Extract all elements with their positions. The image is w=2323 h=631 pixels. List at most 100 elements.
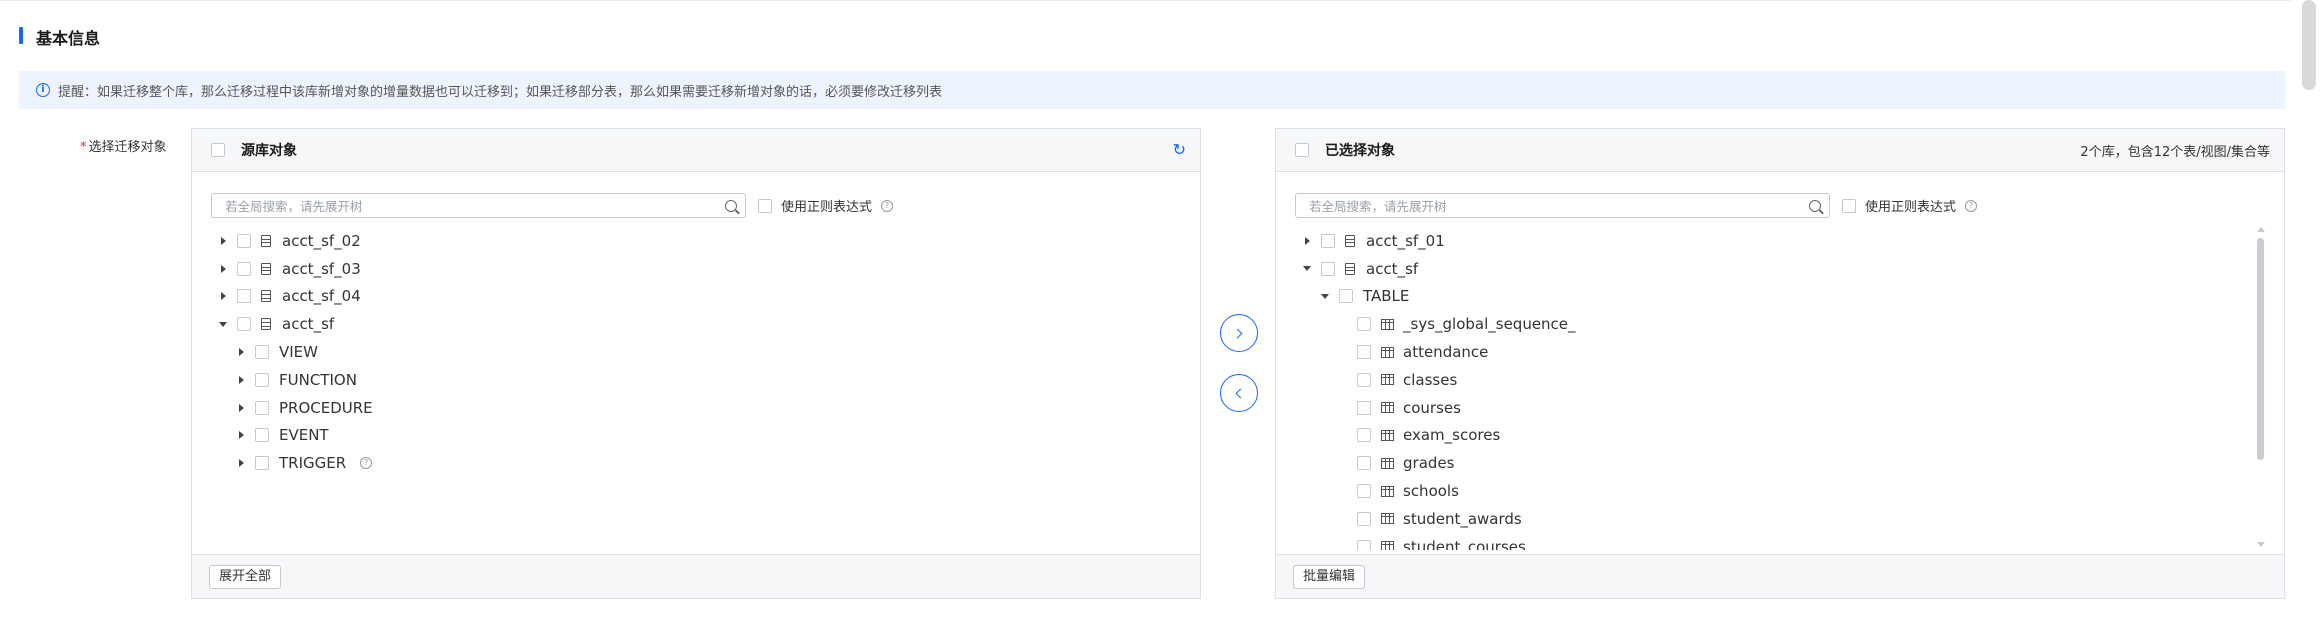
expand-caret-icon[interactable] [219, 236, 227, 245]
selected-regex-label: 使用正则表达式 [1865, 200, 1957, 215]
tree-checkbox[interactable] [1357, 484, 1371, 499]
tree-checkbox[interactable] [1357, 539, 1371, 550]
move-left-button[interactable] [1220, 374, 1258, 412]
tree-node[interactable]: attendance [1303, 338, 2244, 366]
database-icon [261, 262, 271, 275]
expand-caret-icon[interactable] [219, 264, 227, 273]
page-scrollbar-thumb[interactable] [2302, 0, 2316, 90]
source-panel-header: 源库对象 ↻ [192, 129, 1200, 172]
tree-checkbox[interactable] [1357, 511, 1371, 526]
tree-node[interactable]: TABLE [1303, 283, 2244, 311]
source-regex-toggle[interactable]: 使用正则表达式 ? [758, 196, 894, 215]
expand-caret-icon[interactable] [237, 375, 245, 384]
tree-node[interactable]: acct_sf_03 [219, 255, 1170, 283]
tree-node[interactable]: acct_sf_01 [1303, 227, 2244, 255]
selected-select-all-checkbox[interactable] [1295, 143, 1309, 157]
expand-caret-icon[interactable] [237, 431, 245, 440]
selected-regex-checkbox[interactable] [1842, 198, 1856, 213]
tree-checkbox[interactable] [1357, 317, 1371, 332]
tree-node[interactable]: schools [1303, 477, 2244, 505]
tree-checkbox[interactable] [255, 372, 269, 387]
tree-node-label: TABLE [1363, 287, 1410, 306]
tree-node[interactable]: PROCEDURE [219, 394, 1170, 422]
tree-node[interactable]: exam_scores [1303, 422, 2244, 450]
collapse-caret-icon[interactable] [1303, 266, 1311, 272]
tree-checkbox[interactable] [237, 289, 251, 304]
tree-checkbox[interactable] [1357, 428, 1371, 443]
help-icon[interactable]: ? [881, 199, 894, 212]
tree-node-label: VIEW [279, 343, 318, 362]
tree-node[interactable]: VIEW [219, 338, 1170, 366]
table-icon [1381, 485, 1394, 497]
tree-checkbox[interactable] [237, 317, 251, 332]
top-divider [0, 0, 2290, 1]
tree-checkbox[interactable] [1357, 345, 1371, 360]
help-icon[interactable]: ? [360, 457, 373, 470]
search-icon[interactable] [725, 199, 737, 212]
tree-node[interactable]: acct_sf [1303, 255, 2244, 283]
source-regex-checkbox[interactable] [758, 198, 772, 213]
tree-checkbox[interactable] [255, 428, 269, 443]
chevron-right-icon [1232, 328, 1243, 338]
source-search-placeholder: 若全局搜索，请先展开树 [225, 199, 363, 214]
source-tree: acct_sf_02 acct_sf_03 acct_sf_04 acct_sf… [219, 227, 1170, 553]
expand-caret-icon[interactable] [237, 459, 245, 468]
tree-checkbox[interactable] [255, 345, 269, 360]
tree-node[interactable]: _sys_global_sequence_ [1303, 310, 2244, 338]
expand-all-button[interactable]: 展开全部 [209, 564, 282, 589]
tree-node[interactable]: EVENT [219, 422, 1170, 450]
tree-checkbox[interactable] [1321, 233, 1335, 248]
database-icon [1345, 262, 1355, 275]
database-icon [261, 290, 271, 303]
help-icon[interactable]: ? [1965, 199, 1978, 212]
expand-caret-icon[interactable] [219, 292, 227, 301]
scroll-down-icon[interactable] [2257, 542, 2265, 547]
tree-node[interactable]: acct_sf [219, 310, 1170, 338]
tree-node-label: acct_sf [1366, 259, 1419, 278]
tree-node-label: grades [1403, 454, 1455, 473]
expand-caret-icon[interactable] [237, 348, 245, 357]
tree-checkbox[interactable] [237, 233, 251, 248]
search-icon[interactable] [1809, 199, 1821, 212]
collapse-caret-icon[interactable] [219, 321, 227, 327]
tree-checkbox[interactable] [237, 261, 251, 276]
collapse-caret-icon[interactable] [1321, 293, 1329, 299]
source-select-all-checkbox[interactable] [211, 143, 225, 157]
tree-node[interactable]: courses [1303, 394, 2244, 422]
tree-node-label: _sys_global_sequence_ [1403, 315, 1576, 334]
batch-edit-button[interactable]: 批量编辑 [1293, 564, 1366, 589]
tree-checkbox[interactable] [1339, 289, 1353, 304]
selected-panel-title: 已选择对象 [1325, 143, 1395, 159]
tree-checkbox[interactable] [1321, 261, 1335, 276]
tree-checkbox[interactable] [255, 400, 269, 415]
tree-checkbox[interactable] [255, 456, 269, 471]
chevron-left-icon [1235, 388, 1246, 398]
scroll-up-icon[interactable] [2257, 227, 2265, 232]
selected-panel-footer: 批量编辑 [1276, 554, 2284, 598]
tree-node-label: TRIGGER [279, 454, 347, 473]
tree-node-label: courses [1403, 398, 1461, 417]
tree-node-label: exam_scores [1403, 426, 1501, 445]
selected-search-placeholder: 若全局搜索，请先展开树 [1309, 199, 1447, 214]
selected-regex-toggle[interactable]: 使用正则表达式 ? [1842, 196, 1978, 215]
tree-scrollbar[interactable] [2257, 227, 2265, 547]
tree-node[interactable]: classes [1303, 366, 2244, 394]
tree-node[interactable]: TRIGGER ? [219, 449, 1170, 477]
scrollbar-thumb[interactable] [2257, 238, 2264, 460]
refresh-icon[interactable]: ↻ [1173, 142, 1186, 158]
expand-caret-icon[interactable] [1303, 236, 1311, 245]
source-search-input[interactable]: 若全局搜索，请先展开树 [211, 193, 746, 218]
tree-node[interactable]: grades [1303, 449, 2244, 477]
expand-caret-icon[interactable] [237, 403, 245, 412]
tree-checkbox[interactable] [1357, 456, 1371, 471]
move-right-button[interactable] [1220, 314, 1258, 352]
tree-node[interactable]: acct_sf_04 [219, 283, 1170, 311]
tree-node[interactable]: student_awards [1303, 505, 2244, 533]
field-label-text: 选择迁移对象 [88, 140, 167, 155]
selected-search-input[interactable]: 若全局搜索，请先展开树 [1295, 193, 1830, 218]
tree-node[interactable]: acct_sf_02 [219, 227, 1170, 255]
tree-checkbox[interactable] [1357, 400, 1371, 415]
tree-node[interactable]: student_courses [1303, 533, 2244, 550]
tree-node[interactable]: FUNCTION [219, 366, 1170, 394]
tree-checkbox[interactable] [1357, 372, 1371, 387]
